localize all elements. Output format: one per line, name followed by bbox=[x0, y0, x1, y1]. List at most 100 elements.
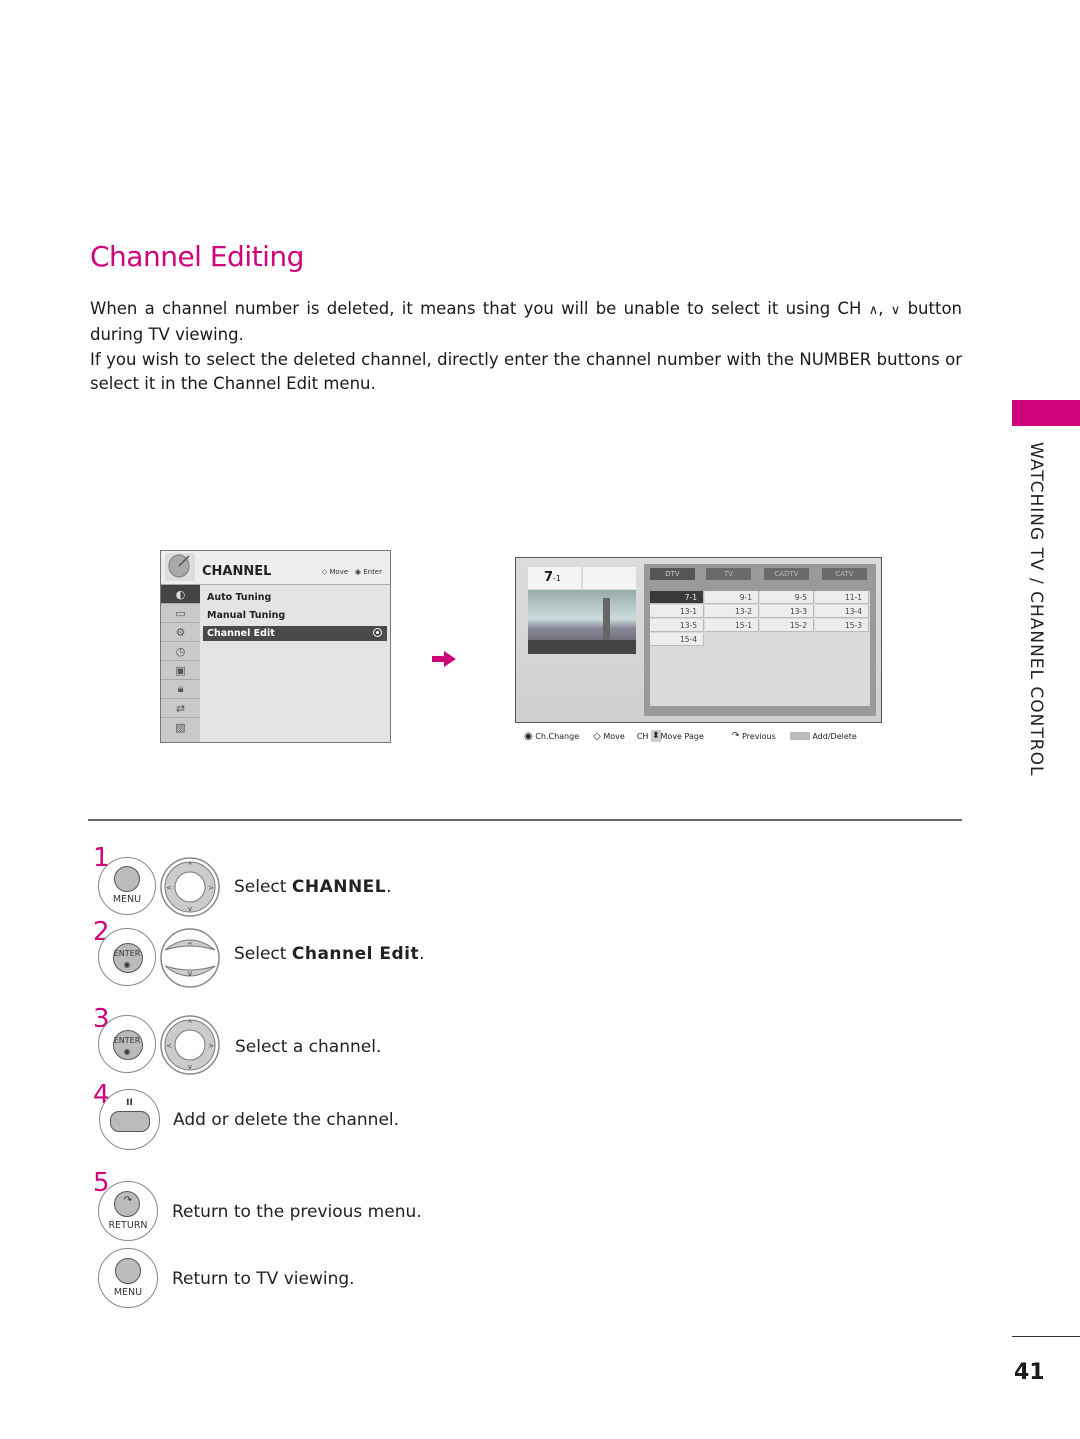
menu-button[interactable]: MENU bbox=[98, 857, 156, 915]
section-divider bbox=[88, 819, 962, 821]
enter-dot-icon: ◉ bbox=[123, 1047, 131, 1056]
tab-dtv[interactable]: DTV bbox=[650, 568, 695, 580]
svg-text:v: v bbox=[188, 1063, 192, 1071]
svg-text:^: ^ bbox=[187, 941, 194, 950]
arrow-right-icon bbox=[432, 651, 456, 667]
channel-edit-legend: ◉ Ch.Change ◇ Move CH ⬍ Move Page ↷ Prev… bbox=[524, 730, 857, 742]
channel-cell[interactable]: 15-1 bbox=[705, 619, 759, 632]
svg-text:>: > bbox=[208, 884, 214, 892]
ch-updown-icon: ⬍ bbox=[650, 730, 661, 742]
svg-text:^: ^ bbox=[187, 862, 193, 870]
svg-text:v: v bbox=[188, 905, 192, 913]
tab-cadtv[interactable]: CADTV bbox=[764, 568, 809, 580]
chevron-down-icon: ∨ bbox=[890, 303, 901, 318]
osd-sidebar: ◐ ▭ ⚙ ◷ ▣ 🔒︎ ⇄ ▨ bbox=[161, 585, 200, 742]
time-icon[interactable]: ◷ bbox=[161, 642, 200, 661]
menu-item-label: Auto Tuning bbox=[207, 592, 272, 603]
channel-cell[interactable]: 11-1 bbox=[815, 591, 869, 604]
svg-text:>: > bbox=[208, 1042, 214, 1050]
svg-text:<: < bbox=[166, 884, 172, 892]
satellite-dish-icon bbox=[165, 553, 195, 581]
step-4-text: Add or delete the channel. bbox=[173, 1110, 400, 1130]
enter-dot-icon: ◉ bbox=[354, 568, 361, 576]
legend-move: Move bbox=[603, 731, 625, 741]
osd-title: CHANNEL bbox=[202, 564, 272, 579]
picture-icon[interactable]: ▭ bbox=[161, 604, 200, 623]
nav-4way-button[interactable]: ^ v < > bbox=[159, 1015, 221, 1075]
move-arrows-icon: ◇ bbox=[593, 730, 601, 742]
current-channel-display: 7-1 bbox=[528, 567, 581, 589]
menu-item-label: Manual Tuning bbox=[207, 610, 286, 621]
return-icon: ↷ bbox=[731, 731, 740, 741]
menu-item-manual-tuning[interactable]: Manual Tuning bbox=[203, 608, 387, 623]
channel-cell[interactable]: 13-4 bbox=[815, 605, 869, 618]
osd-hints: ◇ Move ◉ Enter bbox=[322, 568, 382, 576]
channel-cell[interactable]: 15-3 bbox=[815, 619, 869, 632]
hint-move: Move bbox=[329, 568, 349, 576]
legend-move-page: Move Page bbox=[660, 731, 704, 741]
channel-cell[interactable]: 15-4 bbox=[650, 633, 704, 646]
channel-cell[interactable]: 9-5 bbox=[760, 591, 814, 604]
nav-4way-button[interactable]: ^ v < > bbox=[159, 857, 221, 917]
menu-item-channel-edit[interactable]: Channel Edit bbox=[203, 626, 387, 641]
channel-cell[interactable]: 13-2 bbox=[705, 605, 759, 618]
return-button-label: RETURN bbox=[108, 1220, 148, 1231]
legend-add-delete: Add/Delete bbox=[812, 731, 857, 741]
lighthouse-preview-image bbox=[528, 590, 636, 654]
pause-icon: II bbox=[126, 1098, 133, 1108]
svg-text:v: v bbox=[188, 969, 193, 978]
return-button[interactable]: ↷ RETURN bbox=[98, 1181, 158, 1241]
enter-button[interactable]: ENTER ◉ bbox=[98, 1015, 156, 1073]
step-6-text: Return to TV viewing. bbox=[172, 1269, 355, 1289]
yellow-button-icon bbox=[789, 732, 810, 740]
channel-cell[interactable]: 7-1 bbox=[650, 591, 704, 604]
usb-icon[interactable]: ▨ bbox=[161, 718, 200, 736]
enter-button-label: ENTER bbox=[113, 949, 141, 958]
channel-cell[interactable]: 9-1 bbox=[705, 591, 759, 604]
channel-name-display bbox=[583, 567, 636, 589]
hint-enter: Enter bbox=[363, 568, 382, 576]
section-tab-marker bbox=[1012, 400, 1080, 426]
lock-icon[interactable]: 🔒︎ bbox=[161, 680, 200, 699]
menu-item-label: Channel Edit bbox=[207, 628, 275, 639]
input-icon[interactable]: ⇄ bbox=[161, 699, 200, 718]
move-arrows-icon: ◇ bbox=[321, 568, 328, 576]
osd-header: CHANNEL ◇ Move ◉ Enter bbox=[161, 551, 390, 585]
channel-major: 7 bbox=[544, 570, 554, 585]
svg-text:^: ^ bbox=[187, 1020, 193, 1028]
tab-catv[interactable]: CATV bbox=[822, 568, 867, 580]
osd-channel-menu: CHANNEL ◇ Move ◉ Enter ◐ ▭ ⚙ ◷ ▣ 🔒︎ ⇄ ▨ … bbox=[160, 550, 391, 743]
channel-cell[interactable]: 15-2 bbox=[760, 619, 814, 632]
return-icon: ↷ bbox=[123, 1195, 133, 1206]
enter-button-label: ENTER bbox=[113, 1036, 141, 1045]
step-1-text: Select CHANNEL. bbox=[234, 877, 392, 897]
intro-text-a: When a channel number is deleted, it mea… bbox=[90, 299, 862, 318]
separator: , bbox=[878, 299, 884, 318]
pause-yellow-button[interactable]: II bbox=[99, 1089, 160, 1150]
nav-updown-button[interactable]: ^ v bbox=[159, 928, 221, 988]
channel-cell[interactable]: 13-3 bbox=[760, 605, 814, 618]
page-number-rule bbox=[1012, 1336, 1080, 1337]
enter-button[interactable]: ENTER ◉ bbox=[98, 928, 156, 986]
chevron-up-icon: ∧ bbox=[868, 303, 879, 318]
enter-dot-icon: ◉ bbox=[524, 730, 533, 742]
menu-button-label: MENU bbox=[113, 1287, 143, 1298]
intro-paragraph-2: If you wish to select the deleted channe… bbox=[90, 350, 962, 393]
audio-icon[interactable]: ⚙ bbox=[161, 623, 200, 642]
enter-dot-icon: ◉ bbox=[123, 960, 131, 969]
legend-previous: Previous bbox=[741, 731, 776, 741]
page-title: Channel Editing bbox=[90, 240, 304, 273]
svg-text:<: < bbox=[166, 1042, 172, 1050]
channel-cell[interactable]: 13-5 bbox=[650, 619, 704, 632]
section-label: WATCHING TV / CHANNEL CONTROL bbox=[1026, 442, 1046, 777]
step-3-text: Select a channel. bbox=[235, 1037, 382, 1057]
channel-cell[interactable]: 13-1 bbox=[650, 605, 704, 618]
menu-button[interactable]: MENU bbox=[98, 1248, 158, 1308]
channel-icon[interactable]: ◐ bbox=[161, 585, 200, 604]
option-icon[interactable]: ▣ bbox=[161, 661, 200, 680]
menu-item-auto-tuning[interactable]: Auto Tuning bbox=[203, 590, 387, 605]
enter-radio-icon bbox=[373, 628, 382, 637]
channel-minor: -1 bbox=[553, 574, 562, 583]
tab-tv[interactable]: TV bbox=[706, 568, 751, 580]
legend-ch-change: Ch.Change bbox=[535, 731, 580, 741]
